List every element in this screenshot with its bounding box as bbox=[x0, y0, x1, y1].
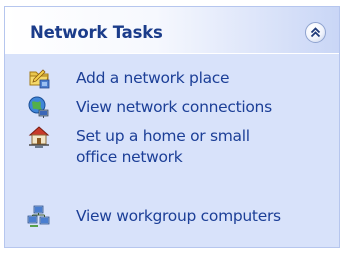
task-label: Set up a home or small office network bbox=[76, 126, 296, 168]
task-view-workgroup-computers[interactable]: View workgroup computers bbox=[27, 204, 317, 230]
task-label: View network connections bbox=[76, 98, 272, 116]
task-add-network-place[interactable]: Add a network place bbox=[27, 66, 287, 92]
task-label: View workgroup computers bbox=[76, 207, 281, 225]
double-chevron-up-icon bbox=[310, 27, 321, 38]
panel-title: Network Tasks bbox=[30, 23, 163, 42]
task-label: Add a network place bbox=[76, 69, 230, 87]
network-tasks-panel: Network Tasks Add a network place View n… bbox=[4, 6, 340, 248]
network-connections-icon bbox=[28, 96, 49, 118]
window-frame: Network Tasks Add a network place View n… bbox=[0, 0, 346, 254]
panel-header[interactable]: Network Tasks bbox=[5, 7, 339, 54]
task-label-line-2: office network bbox=[76, 148, 183, 166]
task-setup-home-office-network[interactable]: Set up a home or small office network bbox=[27, 124, 287, 172]
task-view-network-connections[interactable]: View network connections bbox=[27, 95, 317, 121]
task-label-line-1: Set up a home or small bbox=[76, 127, 250, 145]
collapse-button[interactable] bbox=[305, 22, 326, 43]
workgroup-computers-icon bbox=[27, 205, 50, 227]
add-network-place-icon bbox=[29, 69, 50, 89]
home-network-icon bbox=[28, 126, 50, 148]
